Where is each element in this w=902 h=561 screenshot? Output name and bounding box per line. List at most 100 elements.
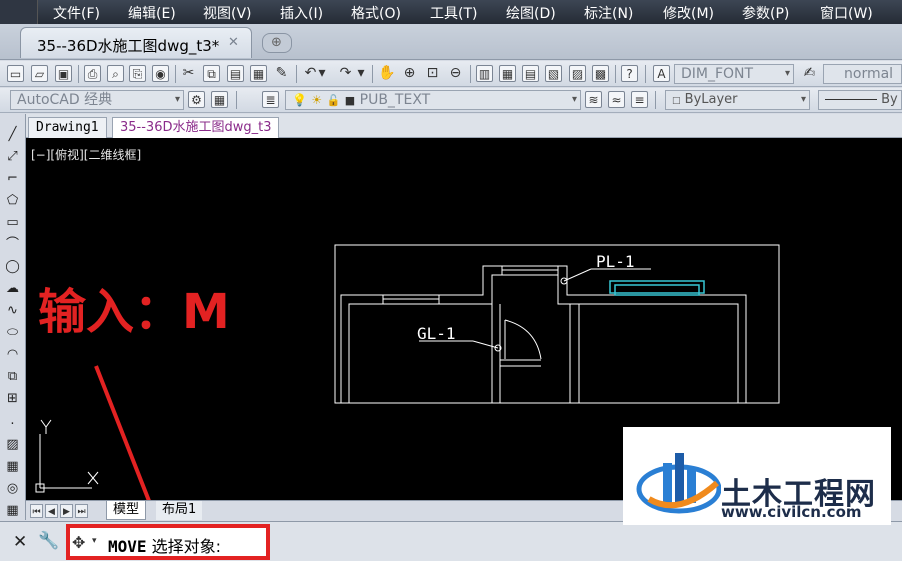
drawing-tab-drawing1[interactable]: Drawing1	[28, 117, 107, 138]
layout-tab-layout1[interactable]: 布局1	[156, 501, 203, 520]
annotation-arrow	[94, 365, 151, 500]
separator	[615, 65, 616, 83]
construction-line-icon[interactable]: ⤢	[3, 148, 22, 166]
spline-icon[interactable]: ∿	[3, 302, 22, 320]
text-style-icon[interactable]: ✍	[801, 65, 818, 82]
dim-style-icon[interactable]: A	[653, 65, 670, 82]
redo-icon[interactable]: ↷	[337, 65, 354, 82]
chevron-down-icon[interactable]: ▾	[356, 65, 366, 82]
separator	[372, 65, 373, 83]
workspace-select[interactable]: AutoCAD 经典 ▾	[10, 90, 184, 110]
rectangle-icon[interactable]: ▭	[3, 214, 22, 232]
ellipse-icon[interactable]: ⬭	[3, 324, 22, 342]
chevron-down-icon: ▾	[784, 68, 790, 79]
close-tab-icon[interactable]: ✕	[228, 35, 239, 50]
command-prompt: MOVE 选择对象:	[108, 533, 221, 557]
menu-format[interactable]: 格式(O)	[351, 3, 401, 23]
drawing-tab-active[interactable]: 35--36D水施工图dwg_t3	[112, 117, 280, 138]
next-layout-icon[interactable]: ▶	[60, 504, 73, 518]
polygon-icon[interactable]: ⬠	[3, 192, 22, 210]
menu-file[interactable]: 文件(F)	[53, 3, 100, 23]
file-tab-active[interactable]: 35--36D水施工图dwg_t3* ✕	[20, 27, 252, 58]
menu-window[interactable]: 窗口(W)	[820, 3, 873, 23]
menu-modify[interactable]: 修改(M)	[663, 3, 714, 23]
command-line: ✕ 🔧 ✥ ▾ MOVE 选择对象:	[0, 521, 902, 561]
menu-dimension[interactable]: 标注(N)	[584, 3, 633, 23]
ellipse-arc-icon[interactable]: ◠	[3, 346, 22, 364]
layout-tab-model[interactable]: 模型	[106, 501, 147, 520]
cut-icon[interactable]: ✂	[180, 65, 197, 82]
make-block-icon[interactable]: ⊞	[3, 390, 22, 408]
design-center-icon[interactable]: ▦	[499, 65, 516, 82]
menu-edit[interactable]: 编辑(E)	[128, 3, 176, 23]
close-icon[interactable]: ✕	[13, 532, 27, 552]
circle-icon[interactable]: ◯	[3, 258, 22, 276]
linetype-select[interactable]: By	[818, 90, 902, 110]
menu-parametric[interactable]: 参数(P)	[742, 3, 789, 23]
help-icon[interactable]: ?	[621, 65, 638, 82]
publish-icon[interactable]: ⎘	[129, 65, 146, 82]
menu-view[interactable]: 视图(V)	[203, 3, 252, 23]
chevron-down-icon[interactable]: ▾	[317, 65, 327, 82]
print-icon[interactable]: ⎙	[84, 65, 101, 82]
linetype-value: By	[881, 92, 898, 107]
menu-draw[interactable]: 绘图(D)	[506, 3, 556, 23]
ucs-icon	[35, 419, 99, 493]
menu-insert[interactable]: 插入(I)	[280, 3, 323, 23]
sheet-set-icon[interactable]: ▧	[545, 65, 562, 82]
zoom-previous-icon[interactable]: ⊖	[447, 65, 464, 82]
markup-icon[interactable]: ▨	[569, 65, 586, 82]
hatch-icon[interactable]: ▨	[3, 436, 22, 454]
print-preview-icon[interactable]: ⌕	[107, 65, 124, 82]
new-tab-button[interactable]: ⊕	[262, 33, 292, 53]
workspace-settings-icon[interactable]: ⚙	[188, 91, 205, 108]
point-icon[interactable]: ·	[3, 416, 22, 434]
properties-icon[interactable]: ▥	[476, 65, 493, 82]
new-file-icon[interactable]: ▭	[7, 65, 24, 82]
calculator-icon[interactable]: ▩	[592, 65, 609, 82]
pan-hand-icon[interactable]: ✋	[378, 65, 395, 82]
arc-icon[interactable]: ⌒	[3, 236, 22, 254]
copy-icon[interactable]: ⧉	[203, 65, 220, 82]
customize-icon[interactable]: ▦	[211, 91, 228, 108]
line-icon[interactable]: ╱	[3, 126, 22, 144]
color-select[interactable]: □ ByLayer ▾	[665, 90, 810, 110]
layer-select[interactable]: 💡 ☀ 🔓 ■ PUB_TEXT ▾	[285, 90, 581, 110]
menu-bar: 文件(F) 编辑(E) 视图(V) 插入(I) 格式(O) 工具(T) 绘图(D…	[0, 0, 902, 24]
table-icon[interactable]: ▦	[3, 502, 22, 520]
separator	[175, 65, 176, 83]
zoom-window-icon[interactable]: ⊡	[424, 65, 441, 82]
3d-dwf-icon[interactable]: ◉	[152, 65, 169, 82]
region-icon[interactable]: ◎	[3, 480, 22, 498]
paste-icon[interactable]: ▤	[227, 65, 244, 82]
dim-style-value: DIM_FONT	[681, 66, 754, 82]
wrench-icon[interactable]: 🔧	[38, 531, 59, 551]
insert-block-icon[interactable]: ⧉	[3, 368, 22, 386]
polyline-icon[interactable]: ⌐	[3, 170, 22, 188]
revision-cloud-icon[interactable]: ☁	[3, 280, 22, 298]
open-file-icon[interactable]: ▱	[31, 65, 48, 82]
brush-icon[interactable]: ✎	[273, 65, 290, 82]
text-style-select[interactable]: normal	[823, 64, 902, 84]
last-layout-icon[interactable]: ⏭	[75, 504, 88, 518]
chevron-down-icon[interactable]: ▾	[92, 536, 97, 546]
dim-style-select[interactable]: DIM_FONT ▾	[674, 64, 794, 84]
prev-layout-icon[interactable]: ◀	[45, 504, 58, 518]
zoom-realtime-icon[interactable]: ⊕	[401, 65, 418, 82]
plus-icon: ⊕	[271, 35, 282, 50]
layer-properties-icon[interactable]: ≣	[262, 91, 279, 108]
separator	[78, 65, 79, 83]
application-menu-button[interactable]	[0, 0, 38, 24]
save-icon[interactable]: ▣	[55, 65, 72, 82]
first-layout-icon[interactable]: ⏮	[30, 504, 43, 518]
make-current-layer-icon[interactable]: ≋	[585, 91, 602, 108]
color-swatch-icon: □	[672, 96, 681, 106]
tool-palettes-icon[interactable]: ▤	[522, 65, 539, 82]
match-properties-icon[interactable]: ▦	[250, 65, 267, 82]
menu-tools[interactable]: 工具(T)	[430, 3, 477, 23]
layer-state-icon[interactable]: ≡	[631, 91, 648, 108]
command-input[interactable]: ✥ ▾ MOVE 选择对象:	[66, 524, 270, 560]
gradient-icon[interactable]: ▦	[3, 458, 22, 476]
move-icon: ✥	[72, 533, 86, 552]
layer-previous-icon[interactable]: ≈	[608, 91, 625, 108]
